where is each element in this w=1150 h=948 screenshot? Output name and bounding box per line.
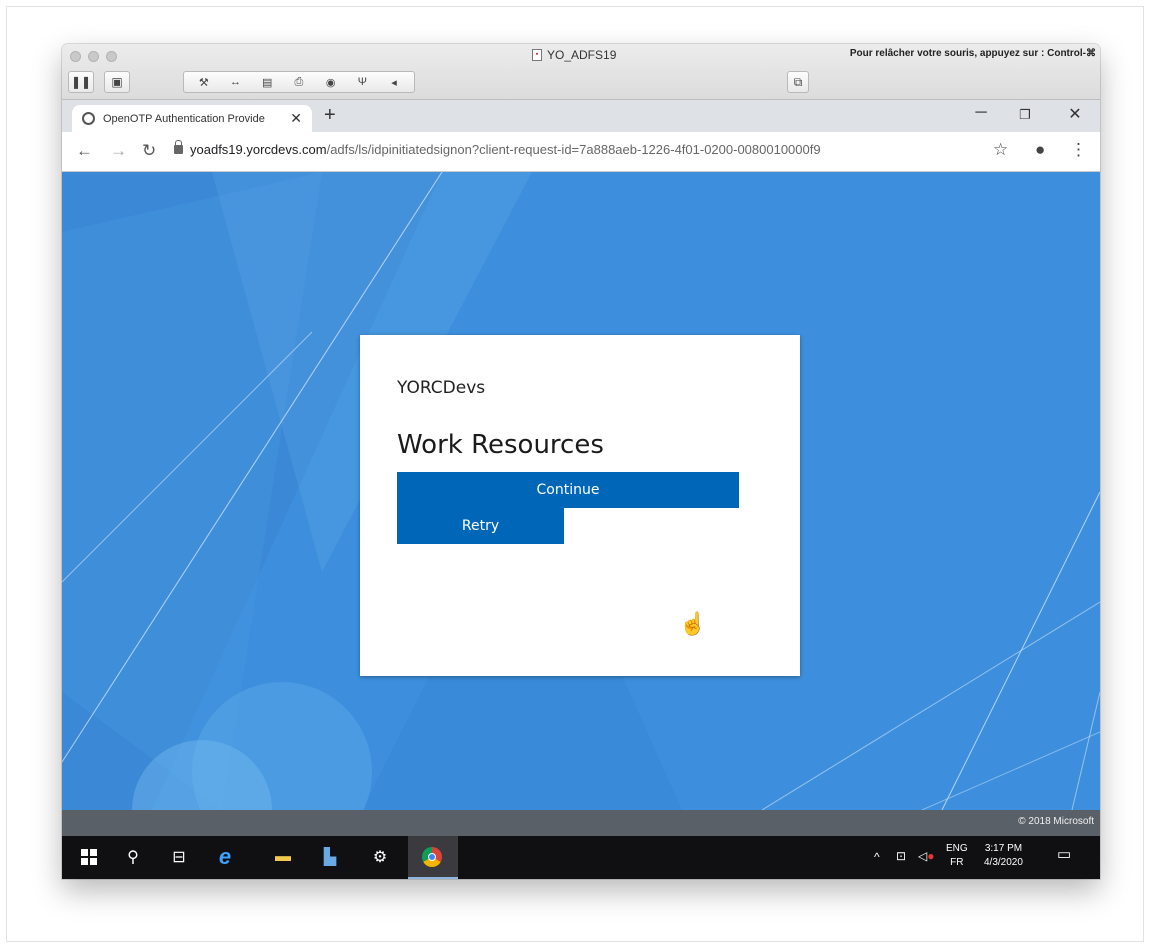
tab-close-icon[interactable]: ✕ — [290, 110, 302, 127]
copyright-text: © 2018 Microsoft — [1018, 816, 1094, 827]
menu-kebab-icon[interactable]: ⋮ — [1070, 140, 1087, 160]
browser-address-bar: ← → ↻ yoadfs19.yorcdevs.com/adfs/ls/idpi… — [62, 132, 1100, 172]
forward-arrow-icon[interactable]: → — [110, 141, 127, 161]
input-language[interactable]: ENG FR — [946, 842, 968, 870]
restore-icon[interactable]: ❐ — [1010, 107, 1040, 123]
wrench-icon[interactable]: ⚒ — [195, 76, 213, 89]
organization-name: YORCDevs — [397, 378, 486, 398]
disk-icon[interactable]: ▤ — [258, 76, 276, 89]
page-title: Work Resources — [397, 430, 604, 460]
chevron-up-icon[interactable]: ^ — [874, 850, 880, 864]
vm-document-icon: ▪ — [532, 49, 542, 61]
back-arrow-icon[interactable]: ← — [76, 141, 93, 161]
mac-title-bar: ▪ YO_ADFS19 Pour relâcher votre souris, … — [62, 44, 1100, 100]
network-icon[interactable]: ↔ — [227, 76, 245, 88]
internet-explorer-icon[interactable]: e — [214, 844, 236, 869]
clock-time: 3:17 PM — [984, 843, 1023, 854]
camera-icon[interactable]: ◉ — [322, 76, 340, 89]
star-icon[interactable]: ☆ — [993, 140, 1008, 160]
hand-cursor-icon: ☝ — [679, 611, 707, 636]
lock-icon — [174, 140, 183, 154]
settings-gear-icon[interactable]: ⚙ — [369, 846, 391, 868]
snapshot-button[interactable]: ▣ — [104, 71, 130, 93]
windows-logo-icon — [81, 849, 97, 865]
chrome-icon[interactable] — [421, 846, 443, 868]
minimize-window-button[interactable] — [88, 51, 99, 62]
vm-toolbar-group: ⚒ ↔ ▤ ⎙ ◉ Ψ ◂ — [183, 71, 415, 93]
language-top: ENG — [946, 843, 968, 854]
search-icon[interactable]: ⚲ — [122, 846, 144, 868]
retry-button[interactable]: Retry — [397, 508, 564, 544]
browser-tab-strip: OpenOTP Authentication Provide ✕ + ─ ❐ ✕ — [62, 100, 1100, 132]
url-host: yoadfs19.yorcdevs.com — [190, 142, 327, 157]
mouse-release-hint: Pour relâcher votre souris, appuyez sur … — [849, 48, 1096, 59]
minimize-icon[interactable]: ─ — [966, 104, 996, 122]
volume-muted-icon[interactable]: ◁● — [918, 849, 934, 863]
snapshot-icon: ▣ — [111, 75, 123, 89]
network-tray-icon[interactable]: ⊡ — [896, 849, 906, 863]
url-field[interactable]: yoadfs19.yorcdevs.com/adfs/ls/idpinitiat… — [190, 142, 821, 157]
login-card: YORCDevs Work Resources Continue Retry ☝ — [360, 335, 800, 676]
new-tab-button[interactable]: + — [324, 104, 336, 127]
vm-window: ▪ YO_ADFS19 Pour relâcher votre souris, … — [62, 44, 1100, 879]
profile-icon[interactable]: ● — [1035, 140, 1045, 160]
pause-button[interactable]: ❚❚ — [68, 71, 94, 93]
notification-icon[interactable]: ▭ — [1057, 847, 1071, 862]
audio-icon[interactable]: ◂ — [385, 76, 403, 89]
shared-folders-button[interactable]: ⧉ — [787, 71, 809, 93]
windows-stack-icon: ⧉ — [793, 74, 803, 89]
tab-openotp[interactable]: OpenOTP Authentication Provide ✕ — [72, 105, 312, 132]
start-button[interactable] — [78, 846, 100, 868]
close-window-button[interactable] — [70, 51, 81, 62]
server-manager-icon[interactable]: ▙ — [319, 846, 341, 868]
language-bottom: FR — [950, 857, 964, 868]
window-title-text: YO_ADFS19 — [547, 48, 617, 62]
globe-icon — [82, 112, 95, 125]
clock[interactable]: 3:17 PM 4/3/2020 — [984, 842, 1023, 870]
zoom-window-button[interactable] — [106, 51, 117, 62]
pause-icon: ❚❚ — [70, 75, 92, 89]
windows-taskbar: ⚲ ⊟ e ▬ ▙ ⚙ ^ ⊡ ◁● ENG FR 3:17 PM 4/3/20… — [62, 836, 1100, 879]
page-footer: © 2018 Microsoft — [62, 810, 1100, 836]
tab-title: OpenOTP Authentication Provide — [103, 112, 265, 125]
printer-icon[interactable]: ⎙ — [290, 76, 308, 89]
adfs-page: YORCDevs Work Resources Continue Retry ☝ — [62, 172, 1100, 810]
continue-button[interactable]: Continue — [397, 472, 739, 508]
close-icon[interactable]: ✕ — [1060, 104, 1090, 124]
task-view-icon[interactable]: ⊟ — [168, 846, 190, 868]
reload-icon[interactable]: ↻ — [142, 141, 156, 161]
clock-date: 4/3/2020 — [984, 857, 1023, 868]
window-title: ▪ YO_ADFS19 — [532, 48, 616, 62]
url-path: /adfs/ls/idpinitiatedsignon?client-reque… — [326, 142, 821, 157]
usb-icon[interactable]: Ψ — [353, 76, 371, 88]
file-explorer-icon[interactable]: ▬ — [272, 846, 294, 868]
